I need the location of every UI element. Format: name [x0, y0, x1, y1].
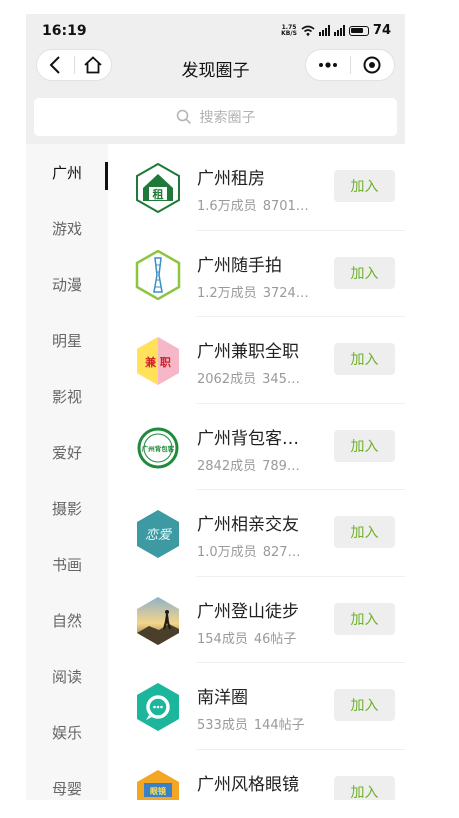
post-count: 827…: [262, 545, 301, 560]
circle-list-item[interactable]: 南洋圈 533成员 144帖子 加入: [108, 663, 405, 750]
circle-name: 广州租房: [197, 169, 265, 189]
battery-level: 74: [372, 23, 391, 38]
more-button[interactable]: [306, 50, 350, 80]
svg-text:恋爱: 恋爱: [145, 527, 172, 543]
member-count: 1.6万成员: [197, 199, 257, 214]
join-button[interactable]: 加入: [334, 602, 395, 635]
member-count: 2842成员: [197, 458, 257, 474]
member-count: 533成员: [197, 718, 248, 733]
category-item[interactable]: 爱好: [26, 424, 108, 480]
join-button[interactable]: 加入: [334, 775, 395, 800]
battery-icon: [348, 25, 369, 36]
circle-stats: 1.0万成员 827…: [197, 541, 301, 560]
circle-name: 广州风格眼镜: [197, 774, 299, 795]
circle-list-item[interactable]: 广州随手拍 1.2万成员 3724… 加入: [108, 231, 405, 318]
circle-list-item[interactable]: 广州登山徒步 154成员 46帖子 加入: [108, 577, 405, 664]
member-count: 2062成员: [197, 372, 257, 387]
category-item[interactable]: 动漫: [26, 256, 108, 312]
join-button[interactable]: 加入: [334, 689, 395, 721]
svg-text:兼 职: 兼 职: [145, 355, 171, 369]
status-bar: 16:19 1.75 KB/S 74: [26, 14, 405, 48]
category-item[interactable]: 阅读: [26, 648, 108, 704]
circle-list-item[interactable]: 恋爱 广州相亲交友 1.0万成员 827… 加入: [108, 490, 405, 577]
circle-stats: 154成员 46帖子: [197, 628, 296, 647]
circle-name: 广州兼职全职: [197, 342, 299, 362]
member-count: 1.2万成员: [197, 285, 257, 301]
status-icons: 1.75 KB/S 74: [281, 23, 391, 38]
post-count: 144帖子: [253, 718, 305, 733]
circle-stats: 1.6万成员 8701…: [197, 195, 309, 214]
circle-list-item[interactable]: 兼 职 广州兼职全职 2062成员 345… 加入: [108, 317, 405, 404]
close-miniprogram-button[interactable]: [350, 50, 394, 80]
post-count: 789…: [262, 458, 300, 474]
post-count: 345…: [262, 372, 300, 387]
category-item[interactable]: 游戏: [26, 200, 108, 256]
circle-name: 广州背包客…: [197, 428, 299, 449]
circle-stats: 1.2万成员 3724…: [197, 282, 309, 301]
category-item[interactable]: 明星: [26, 312, 108, 368]
hiker-photo-icon: [137, 596, 179, 645]
nav-bar: 发现圈子: [26, 48, 405, 92]
circle-name: 广州登山徒步: [197, 601, 299, 622]
category-item[interactable]: 摄影: [26, 480, 108, 536]
signal-2-icon: [333, 25, 345, 36]
nav-right-capsule: [305, 49, 395, 81]
glasses-logo-icon: 眼镜: [137, 769, 179, 800]
search-placeholder: 搜索圈子: [199, 110, 256, 126]
circle-name: 广州随手拍: [197, 255, 282, 276]
svg-text:眼镜: 眼镜: [150, 786, 166, 796]
status-time: 16:19: [42, 23, 87, 39]
join-button[interactable]: 加入: [334, 343, 395, 375]
part-time-logo-icon: 兼 职: [137, 337, 179, 385]
member-count: 154成员: [197, 631, 248, 647]
circle-stats: 533成员 144帖子: [197, 714, 305, 733]
circle-list-item[interactable]: 眼镜 广州风格眼镜 加入: [108, 750, 405, 800]
join-button[interactable]: 加入: [334, 170, 395, 202]
category-item[interactable]: 书画: [26, 536, 108, 592]
circle-stats: 2842成员 789…: [197, 455, 300, 474]
category-item[interactable]: 影视: [26, 368, 108, 424]
dating-logo-icon: 恋爱: [137, 510, 179, 558]
circle-stats: 2062成员 345…: [197, 368, 300, 387]
search-input[interactable]: 搜索圈子: [34, 98, 397, 136]
svg-text:租: 租: [153, 188, 164, 201]
chat-ring-logo-icon: [137, 683, 179, 731]
app-screen: 16:19 1.75 KB/S 74 发现圈子 搜索圈子 广州 游戏 动漫 明星…: [26, 14, 405, 800]
category-item[interactable]: 自然: [26, 592, 108, 648]
join-button[interactable]: 加入: [334, 429, 395, 462]
category-item[interactable]: 母婴: [26, 760, 108, 800]
target-icon: [363, 56, 381, 74]
more-dots-icon: [318, 62, 337, 68]
circle-list-item[interactable]: 租 广州租房 1.6万成员 8701… 加入: [108, 144, 405, 231]
circle-name: 广州相亲交友: [197, 515, 299, 535]
canton-tower-logo-icon: [135, 249, 181, 300]
search-icon: [176, 109, 191, 125]
backpacker-logo-icon: 广州背包客: [137, 423, 179, 472]
circle-list-item[interactable]: 广州背包客 广州背包客… 2842成员 789… 加入: [108, 404, 405, 491]
join-button[interactable]: 加入: [334, 516, 395, 548]
circle-name: 南洋圈: [197, 688, 248, 708]
member-count: 1.0万成员: [197, 545, 257, 560]
house-logo-icon: 租: [136, 163, 180, 213]
category-item[interactable]: 广州: [26, 144, 108, 200]
wifi-icon: [301, 25, 315, 36]
circle-list: 租 广州租房 1.6万成员 8701… 加入 广州随手拍 1.2万成员 3724… …: [108, 144, 405, 800]
post-count: 46帖子: [253, 631, 297, 647]
post-count: 3724…: [262, 285, 309, 301]
search-area: 搜索圈子: [26, 92, 405, 144]
network-speed: 1.75 KB/S: [281, 23, 297, 37]
svg-text:广州背包客: 广州背包客: [142, 444, 175, 453]
signal-icon: [318, 25, 330, 36]
join-button[interactable]: 加入: [334, 256, 395, 289]
category-item[interactable]: 娱乐: [26, 704, 108, 760]
category-sidebar: 广州 游戏 动漫 明星 影视 爱好 摄影 书画 自然 阅读 娱乐 母婴: [26, 144, 108, 800]
post-count: 8701…: [262, 199, 309, 214]
